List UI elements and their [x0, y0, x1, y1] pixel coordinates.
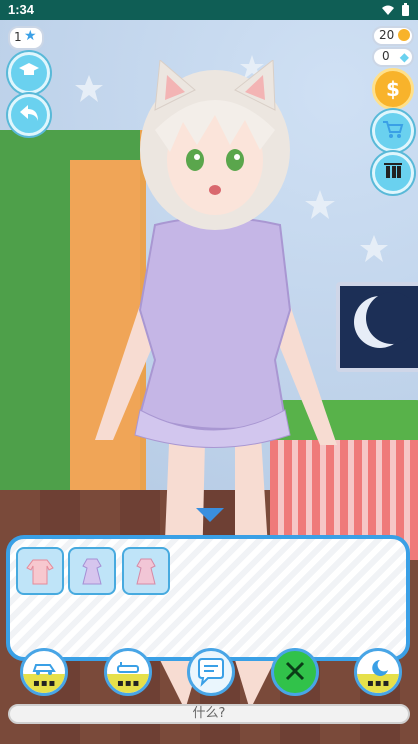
left-eye: [186, 149, 204, 171]
back-arrow-icon: [18, 103, 40, 127]
clothing-item-purple-dress[interactable]: [68, 547, 116, 595]
clothing-item-pink-jacket[interactable]: [16, 547, 64, 595]
game-scene[interactable]: 1 ★ 20 0 ◆ $ ▪▪▪ ▪▪▪ ▪▪▪ 什么?: [0, 20, 418, 744]
bath-icon: [116, 660, 140, 680]
dollar-icon: $: [386, 77, 400, 101]
progress-dots: ▪▪▪: [367, 678, 391, 689]
gems-value: 0: [382, 49, 390, 63]
battery-icon: [401, 3, 410, 21]
gems-counter: 0 ◆: [372, 47, 414, 67]
star-icon: ★: [24, 28, 37, 44]
purple-nightgown: [138, 216, 292, 430]
progress-dots: ▪▪▪: [33, 678, 57, 689]
mouth: [209, 185, 221, 195]
panel-toggle-arrow-icon[interactable]: [196, 508, 224, 522]
car-icon: [32, 660, 56, 679]
back-button[interactable]: [8, 94, 50, 136]
chat-icon: [196, 657, 226, 691]
chat-input[interactable]: 什么?: [8, 704, 410, 724]
status-bar: 1:34: [0, 0, 418, 20]
progress-dots: ▪▪▪: [117, 678, 141, 689]
wardrobe-rack-button[interactable]: [372, 152, 414, 194]
level-value: 1: [14, 30, 22, 44]
sleep-moon-icon: [366, 658, 390, 680]
coin-shop-button[interactable]: $: [372, 68, 414, 110]
bath-button[interactable]: ▪▪▪: [104, 648, 152, 696]
shopping-cart-icon: [382, 119, 404, 143]
wifi-icon: [381, 4, 395, 20]
system-icons: [381, 3, 410, 21]
moon-icon: [354, 292, 418, 348]
night-window: [336, 282, 418, 372]
right-eye: [226, 149, 244, 171]
chat-input-placeholder: 什么?: [192, 706, 226, 721]
shopping-cart-button[interactable]: [372, 110, 414, 152]
coins-counter: 20: [372, 26, 414, 46]
action-dock: ▪▪▪ ▪▪▪ ▪▪▪: [0, 648, 418, 708]
level-badge: 1 ★: [8, 26, 44, 50]
chat-button[interactable]: [187, 648, 235, 696]
clothes-rack-icon: [382, 160, 404, 186]
pink-jacket-icon: [26, 559, 54, 585]
status-time: 1:34: [8, 2, 35, 17]
graduation-cap-icon: [18, 62, 40, 84]
graduation-cap-button[interactable]: [8, 52, 50, 94]
fork-knife-icon: [283, 659, 307, 687]
coins-value: 20: [379, 28, 395, 42]
car-button[interactable]: ▪▪▪: [20, 648, 68, 696]
clothing-item-pink-dress[interactable]: [122, 547, 170, 595]
purple-dress-icon: [82, 558, 102, 585]
food-button[interactable]: [271, 648, 319, 696]
clothing-panel: [6, 535, 410, 661]
diamond-icon: ◆: [399, 50, 409, 64]
pink-dress-icon: [136, 558, 156, 585]
coin-icon: [398, 29, 410, 41]
sleep-button[interactable]: ▪▪▪: [354, 648, 402, 696]
